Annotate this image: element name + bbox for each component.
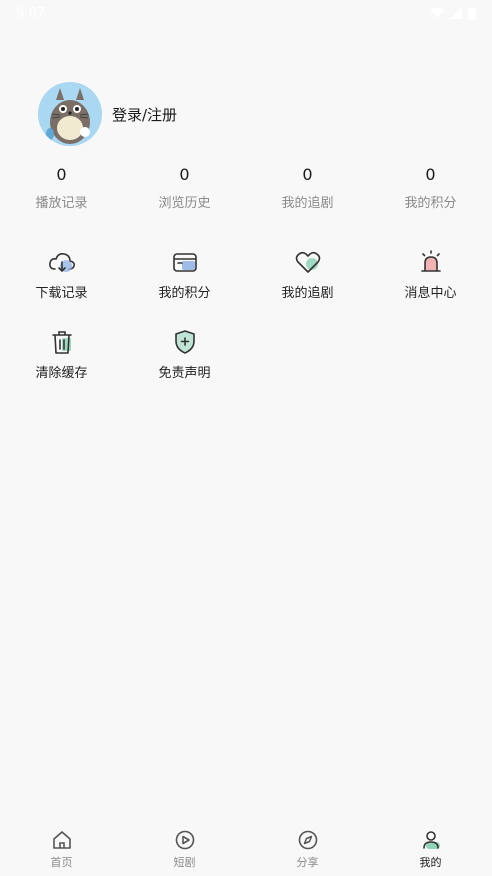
compass-icon [296,828,320,852]
menu-grid: 下载记录 我的积分 我的追剧 消息中心 清除缓存 免责声明 [0,248,492,408]
stat-label: 浏览历史 [158,196,211,211]
menu-item-label: 免责声明 [158,366,211,381]
login-register-link[interactable]: 登录/注册 [112,104,177,125]
totoro-avatar-icon [38,82,102,146]
stats-row: 0 播放记录 0 浏览历史 0 我的追剧 0 我的积分 [0,164,492,211]
tab-label: 分享 [296,856,319,869]
tab-mine[interactable]: 我的 [369,824,492,876]
home-icon [50,828,74,852]
stat-my-follows[interactable]: 0 我的追剧 [246,164,369,211]
stat-browse-history[interactable]: 0 浏览历史 [123,164,246,211]
tab-home[interactable]: 首页 [0,824,123,876]
stat-label: 我的积分 [404,196,457,211]
profile-header[interactable]: 登录/注册 [38,82,177,146]
cloud-download-icon [48,248,76,276]
menu-item-disclaimer[interactable]: 免责声明 [123,328,246,408]
alarm-bell-icon [417,248,445,276]
tab-label: 短剧 [173,856,196,869]
stat-label: 播放记录 [35,196,88,211]
tab-share[interactable]: 分享 [246,824,369,876]
trash-icon [48,328,76,356]
stat-play-history[interactable]: 0 播放记录 [0,164,123,211]
menu-item-messages[interactable]: 消息中心 [369,248,492,328]
tab-label: 我的 [419,856,442,869]
status-bar: 9:07 [0,0,492,26]
play-circle-icon [173,828,197,852]
shield-plus-icon [171,328,199,356]
status-icons [430,7,476,20]
menu-item-clear-cache[interactable]: 清除缓存 [0,328,123,408]
heart-icon [294,248,322,276]
stat-value: 0 [425,165,436,184]
avatar[interactable] [38,82,102,146]
stat-label: 我的追剧 [281,196,334,211]
menu-item-points[interactable]: 我的积分 [123,248,246,328]
menu-item-label: 下载记录 [35,286,88,301]
menu-item-label: 我的积分 [158,286,211,301]
stat-value: 0 [302,165,313,184]
tab-short-drama[interactable]: 短剧 [123,824,246,876]
menu-item-label: 清除缓存 [35,366,88,381]
wifi-icon [430,7,444,18]
battery-icon [468,7,476,20]
stat-value: 0 [179,165,190,184]
tab-label: 首页 [50,856,73,869]
stat-value: 0 [56,165,67,184]
bottom-tab-bar: 首页 短剧 分享 我的 [0,824,492,876]
menu-item-label: 消息中心 [404,286,457,301]
wallet-card-icon [171,248,199,276]
menu-item-downloads[interactable]: 下载记录 [0,248,123,328]
menu-item-follows[interactable]: 我的追剧 [246,248,369,328]
menu-item-label: 我的追剧 [281,286,334,301]
user-icon [419,828,443,852]
status-time: 9:07 [16,5,46,21]
stat-my-points[interactable]: 0 我的积分 [369,164,492,211]
signal-icon [450,7,462,19]
